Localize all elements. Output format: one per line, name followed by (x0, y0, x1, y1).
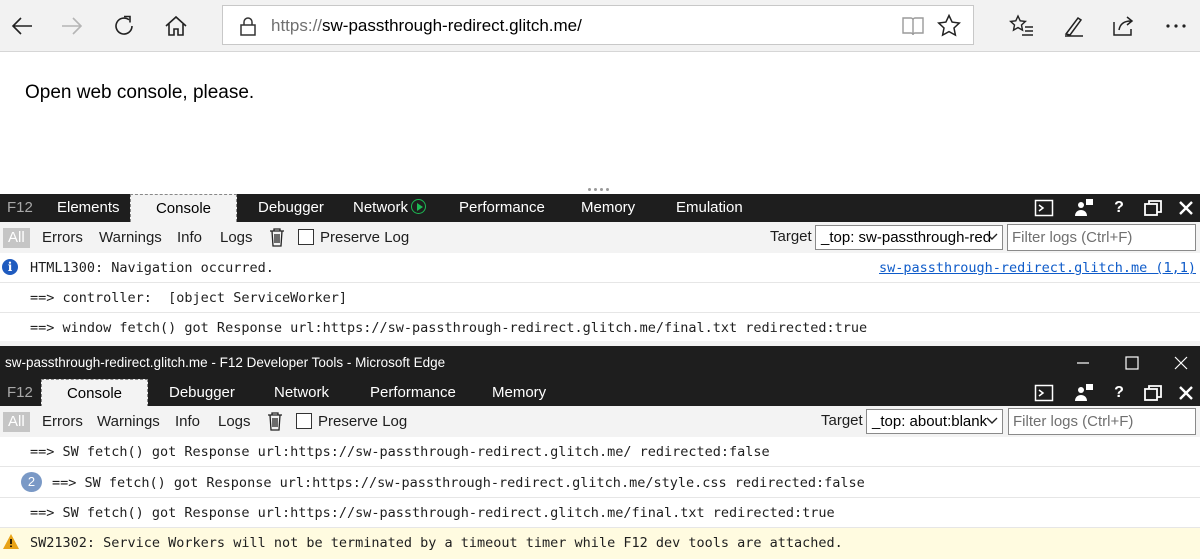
chevron-down-icon (986, 417, 998, 424)
tab-emulation[interactable]: Emulation (676, 194, 743, 222)
help-icon[interactable]: ? (1108, 197, 1130, 219)
console-log-row: i HTML1300: Navigation occurred. sw-pass… (0, 253, 1200, 283)
log-message: SW21302: Service Workers will not be ter… (30, 535, 843, 551)
filter-logs-input[interactable]: Filter logs (Ctrl+F) (1007, 224, 1196, 251)
feedback-icon[interactable] (1073, 197, 1095, 219)
share-icon[interactable] (1106, 8, 1142, 44)
resize-grip[interactable] (588, 188, 612, 192)
undock-icon[interactable] (1142, 197, 1164, 219)
log-message: ==> SW fetch() got Response url:https://… (30, 444, 770, 460)
devtools-tab-bar: F12 Elements Console Debugger Network Pe… (0, 194, 1200, 222)
refresh-icon[interactable] (106, 8, 142, 44)
clear-console-icon[interactable] (269, 227, 285, 247)
close-icon[interactable] (1175, 382, 1197, 404)
page-message: Open web console, please. (25, 82, 255, 103)
console-log-row: ==> controller: [object ServiceWorker] (0, 283, 1200, 313)
favorite-star-icon[interactable] (936, 13, 962, 39)
log-message: ==> controller: [object ServiceWorker] (30, 290, 347, 306)
preserve-log-checkbox[interactable] (296, 413, 312, 429)
tab-debugger[interactable]: Debugger (169, 379, 235, 407)
devtools-tab-bar: F12 Console Debugger Network Performance… (0, 379, 1200, 407)
filter-all-button[interactable]: All (3, 412, 30, 432)
forward-icon[interactable] (54, 8, 90, 44)
console-log-row: ==> SW fetch() got Response url:https://… (0, 498, 1200, 528)
target-label: Target (770, 228, 812, 245)
console-filter-bar: All Errors Warnings Info Logs Preserve L… (0, 406, 1200, 438)
address-bar[interactable]: https://sw-passthrough-redirect.glitch.m… (222, 5, 974, 45)
preserve-log-checkbox[interactable] (298, 229, 314, 245)
window-title: sw-passthrough-redirect.glitch.me - F12 … (5, 355, 446, 370)
tab-elements[interactable]: Elements (57, 194, 120, 222)
devtools-window-titlebar: sw-passthrough-redirect.glitch.me - F12 … (0, 346, 1200, 380)
tab-network[interactable]: Network (353, 194, 427, 222)
chevron-down-icon (986, 233, 998, 240)
tab-network[interactable]: Network (274, 379, 329, 407)
url-scheme: https:// (271, 16, 323, 35)
repeat-count-badge: 2 (21, 472, 42, 492)
target-select-value: _top: about:blank (872, 413, 988, 430)
log-message: HTML1300: Navigation occurred. (30, 260, 274, 276)
lock-icon (240, 17, 256, 36)
tab-performance[interactable]: Performance (370, 379, 456, 407)
tab-console[interactable]: Console (41, 379, 148, 407)
f12-label: F12 (7, 199, 33, 216)
home-icon[interactable] (158, 8, 194, 44)
console-prompt-icon[interactable] (1033, 197, 1055, 219)
target-select-value: _top: sw-passthrough-red (821, 229, 992, 246)
tab-console[interactable]: Console (130, 194, 237, 222)
filter-logs-button[interactable]: Logs (220, 228, 253, 248)
f12-label: F12 (7, 384, 33, 401)
maximize-icon[interactable] (1122, 353, 1142, 373)
log-source-link[interactable]: sw-passthrough-redirect.glitch.me (1,1) (879, 260, 1196, 276)
target-label: Target (821, 412, 863, 429)
tab-performance[interactable]: Performance (459, 194, 545, 222)
console-log-row: 2 ==> SW fetch() got Response url:https:… (0, 467, 1200, 498)
window-close-icon[interactable] (1171, 353, 1191, 373)
log-message: ==> SW fetch() got Response url:https://… (52, 475, 865, 491)
favorites-list-icon[interactable] (1004, 8, 1040, 44)
feedback-icon[interactable] (1073, 382, 1095, 404)
record-play-icon[interactable] (411, 199, 427, 214)
browser-toolbar: https://sw-passthrough-redirect.glitch.m… (0, 0, 1200, 52)
tab-memory[interactable]: Memory (492, 379, 546, 407)
filter-info-button[interactable]: Info (177, 228, 202, 248)
back-icon[interactable] (4, 8, 40, 44)
warning-icon (3, 534, 19, 549)
filter-info-button[interactable]: Info (175, 412, 200, 432)
url-host: sw-passthrough-redirect.glitch.me/ (322, 16, 582, 35)
filter-logs-input[interactable]: Filter logs (Ctrl+F) (1008, 408, 1196, 435)
log-message: ==> window fetch() got Response url:http… (30, 320, 868, 336)
console-warning-row: SW21302: Service Workers will not be ter… (0, 528, 1200, 559)
help-icon[interactable]: ? (1108, 382, 1130, 404)
reading-view-icon[interactable] (901, 15, 925, 37)
target-select[interactable]: _top: sw-passthrough-red (815, 225, 1003, 250)
pen-icon[interactable] (1056, 8, 1092, 44)
filter-all-button[interactable]: All (3, 228, 30, 248)
filter-warnings-button[interactable]: Warnings (97, 412, 160, 432)
preserve-log-label: Preserve Log (320, 229, 410, 246)
dock-icon[interactable] (1142, 382, 1164, 404)
tab-network-label: Network (353, 199, 409, 216)
tab-debugger[interactable]: Debugger (258, 194, 324, 222)
console-log-row: ==> window fetch() got Response url:http… (0, 313, 1200, 343)
url-text[interactable]: https://sw-passthrough-redirect.glitch.m… (271, 16, 582, 36)
filter-errors-button[interactable]: Errors (42, 412, 83, 432)
filter-logs-button[interactable]: Logs (218, 412, 251, 432)
log-message: ==> SW fetch() got Response url:https://… (30, 505, 835, 521)
info-icon: i (2, 259, 18, 275)
console-prompt-icon[interactable] (1033, 382, 1055, 404)
target-select[interactable]: _top: about:blank (866, 409, 1003, 434)
tab-memory[interactable]: Memory (581, 194, 635, 222)
close-icon[interactable] (1175, 197, 1197, 219)
console-filter-bar: All Errors Warnings Info Logs Preserve L… (0, 222, 1200, 254)
console-log-row: ==> SW fetch() got Response url:https://… (0, 437, 1200, 467)
more-icon[interactable] (1158, 8, 1194, 44)
filter-errors-button[interactable]: Errors (42, 228, 83, 248)
minimize-icon[interactable] (1073, 353, 1093, 373)
preserve-log-label: Preserve Log (318, 413, 408, 430)
clear-console-icon[interactable] (267, 411, 283, 431)
filter-warnings-button[interactable]: Warnings (99, 228, 162, 248)
